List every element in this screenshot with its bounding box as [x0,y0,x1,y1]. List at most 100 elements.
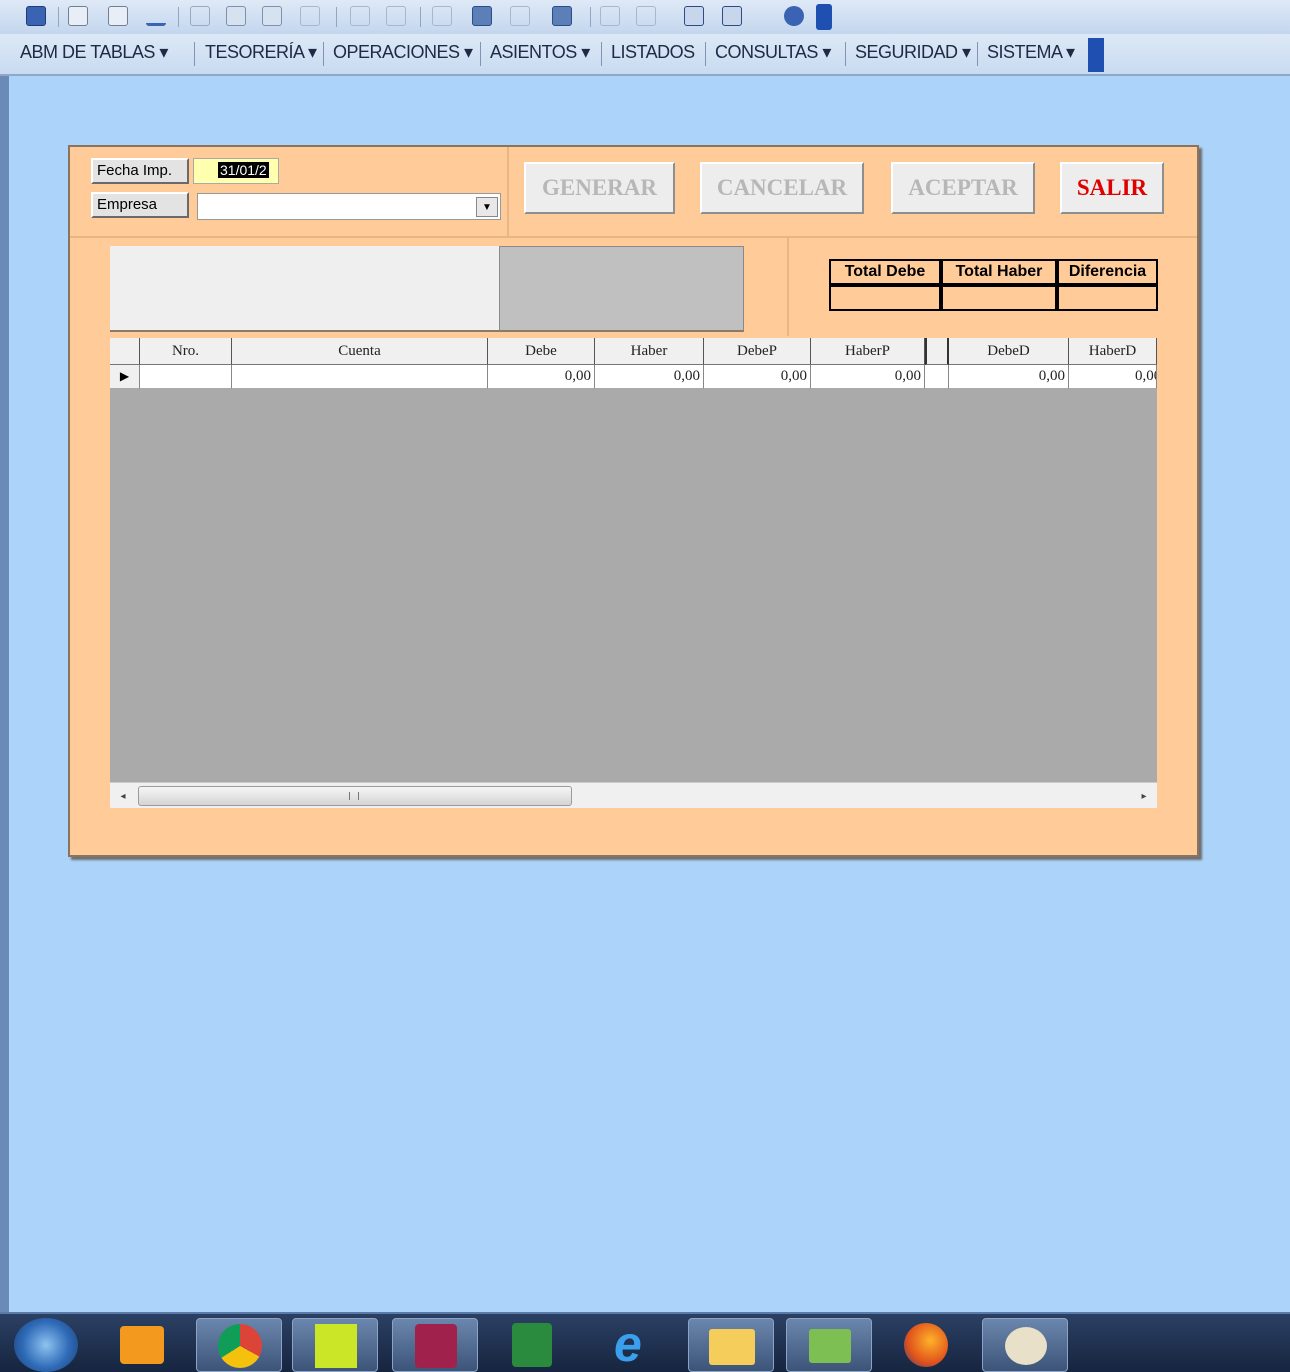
column-header[interactable]: Debe [488,338,595,365]
aceptar-button[interactable]: ACEPTAR [891,162,1035,214]
datasheet-grid: Nro. Cuenta Debe Haber DebeP HaberP Debe… [110,338,1157,782]
column-header[interactable] [925,338,949,365]
grid-cell[interactable]: 0,00 [704,365,811,389]
toolbar-separator [420,7,421,27]
header-divider [70,236,1197,238]
diferencia-value [1057,285,1158,311]
app-icon[interactable] [292,1318,378,1372]
column-header[interactable]: DebeP [704,338,811,365]
total-haber-header: Total Haber [941,259,1057,285]
copy-icon[interactable] [226,6,246,26]
outlook-icon[interactable] [100,1318,186,1372]
grid-cell[interactable]: 0,00 [1069,365,1157,389]
menu-operaciones[interactable]: OPERACIONES ▾ [333,42,473,63]
new-record-icon[interactable] [600,6,620,26]
column-header[interactable]: Nro. [140,338,232,365]
cut-icon[interactable] [190,6,210,26]
menu-separator [323,42,324,66]
column-header[interactable]: HaberD [1069,338,1157,365]
print-icon[interactable] [68,6,88,26]
total-debe-header: Total Debe [829,259,941,285]
grid-cell[interactable]: 0,00 [595,365,704,389]
empresa-combobox[interactable]: ▼ [197,193,501,220]
grid-cell[interactable]: 0,00 [949,365,1069,389]
column-header[interactable]: DebeD [949,338,1069,365]
totals-divider [787,236,789,336]
menu-separator [705,42,706,66]
new-object-icon[interactable] [722,6,742,26]
access-icon[interactable] [392,1318,478,1372]
cancelar-button[interactable]: CANCELAR [700,162,864,214]
grid-cell[interactable]: 0,00 [811,365,925,389]
firefox-icon[interactable] [884,1318,970,1372]
column-header[interactable]: Cuenta [232,338,488,365]
menu-separator [845,42,846,66]
fecha-imp-field[interactable]: 31/01/2 [193,158,279,184]
menu-separator [601,42,602,66]
scrollbar-thumb[interactable] [138,786,572,806]
menu-consultas[interactable]: CONSULTAS ▾ [715,42,831,63]
file-explorer-icon[interactable] [688,1318,774,1372]
excel-icon[interactable] [490,1318,576,1372]
generar-button[interactable]: GENERAR [524,162,675,214]
record-selector-header [110,338,140,365]
subform-header-panel-gray [499,246,744,332]
toolbar-separator [590,7,591,27]
menu-separator [977,42,978,66]
toolbar-separator [178,7,179,27]
grid-cell[interactable] [140,365,232,389]
undo-icon[interactable] [300,6,320,26]
apply-filter-icon[interactable] [510,6,530,26]
menu-sistema[interactable]: SISTEMA ▾ [987,42,1075,63]
windows-start-icon[interactable] [14,1318,78,1372]
chrome-icon[interactable] [196,1318,282,1372]
toolbar [0,0,1290,34]
diferencia-header: Diferencia [1057,259,1158,285]
menu-separator [194,42,195,66]
paste-icon[interactable] [262,6,282,26]
column-header[interactable]: Haber [595,338,704,365]
horizontal-scrollbar[interactable]: ◂ ▸ [110,782,1157,808]
menu-asientos[interactable]: ASIENTOS ▾ [490,42,590,63]
fecha-imp-value: 31/01/2 [218,162,269,178]
current-record-icon[interactable]: ▶ [110,365,140,389]
toolbar-options-icon[interactable] [816,4,832,30]
sort-ascending-icon[interactable] [350,6,370,26]
grid-cell[interactable]: 0,00 [488,365,595,389]
find-icon[interactable] [552,6,572,26]
grid-cell[interactable] [232,365,488,389]
empresa-label: Empresa [91,192,189,218]
delete-record-icon[interactable] [636,6,656,26]
chevron-down-icon[interactable]: ▼ [476,197,498,217]
salir-button[interactable]: SALIR [1060,162,1164,214]
save-icon[interactable] [26,6,46,26]
paint-icon[interactable] [982,1318,1068,1372]
column-header[interactable]: HaberP [811,338,925,365]
total-haber-value [941,285,1057,311]
filter-selection-icon[interactable] [432,6,452,26]
scroll-left-icon[interactable]: ◂ [112,785,134,807]
toolbar-separator [58,7,59,27]
fecha-imp-label: Fecha Imp. [91,158,189,184]
taskbar: e [0,1312,1290,1372]
total-debe-value [829,285,941,311]
menu-listados[interactable]: LISTADOS [611,42,695,63]
app-window-icon[interactable] [786,1318,872,1372]
print-preview-icon[interactable] [108,6,128,26]
menu-seguridad[interactable]: SEGURIDAD ▾ [855,42,971,63]
menu-abm-de-tablas[interactable]: ABM DE TABLAS ▾ [20,42,168,63]
menu-options-icon[interactable] [1088,38,1104,72]
database-window-icon[interactable] [684,6,704,26]
toolbar-separator [336,7,337,27]
window-left-edge [0,76,9,1312]
grid-cell[interactable] [925,365,949,389]
spelling-icon[interactable] [146,6,166,26]
internet-explorer-icon[interactable]: e [590,1318,676,1372]
sort-descending-icon[interactable] [386,6,406,26]
menu-tesoreria[interactable]: TESORERÍA ▾ [205,42,317,63]
help-icon[interactable] [784,6,804,26]
header-divider [507,147,509,237]
filter-form-icon[interactable] [472,6,492,26]
scroll-right-icon[interactable]: ▸ [1133,785,1155,807]
subform-header-panel [110,246,499,332]
